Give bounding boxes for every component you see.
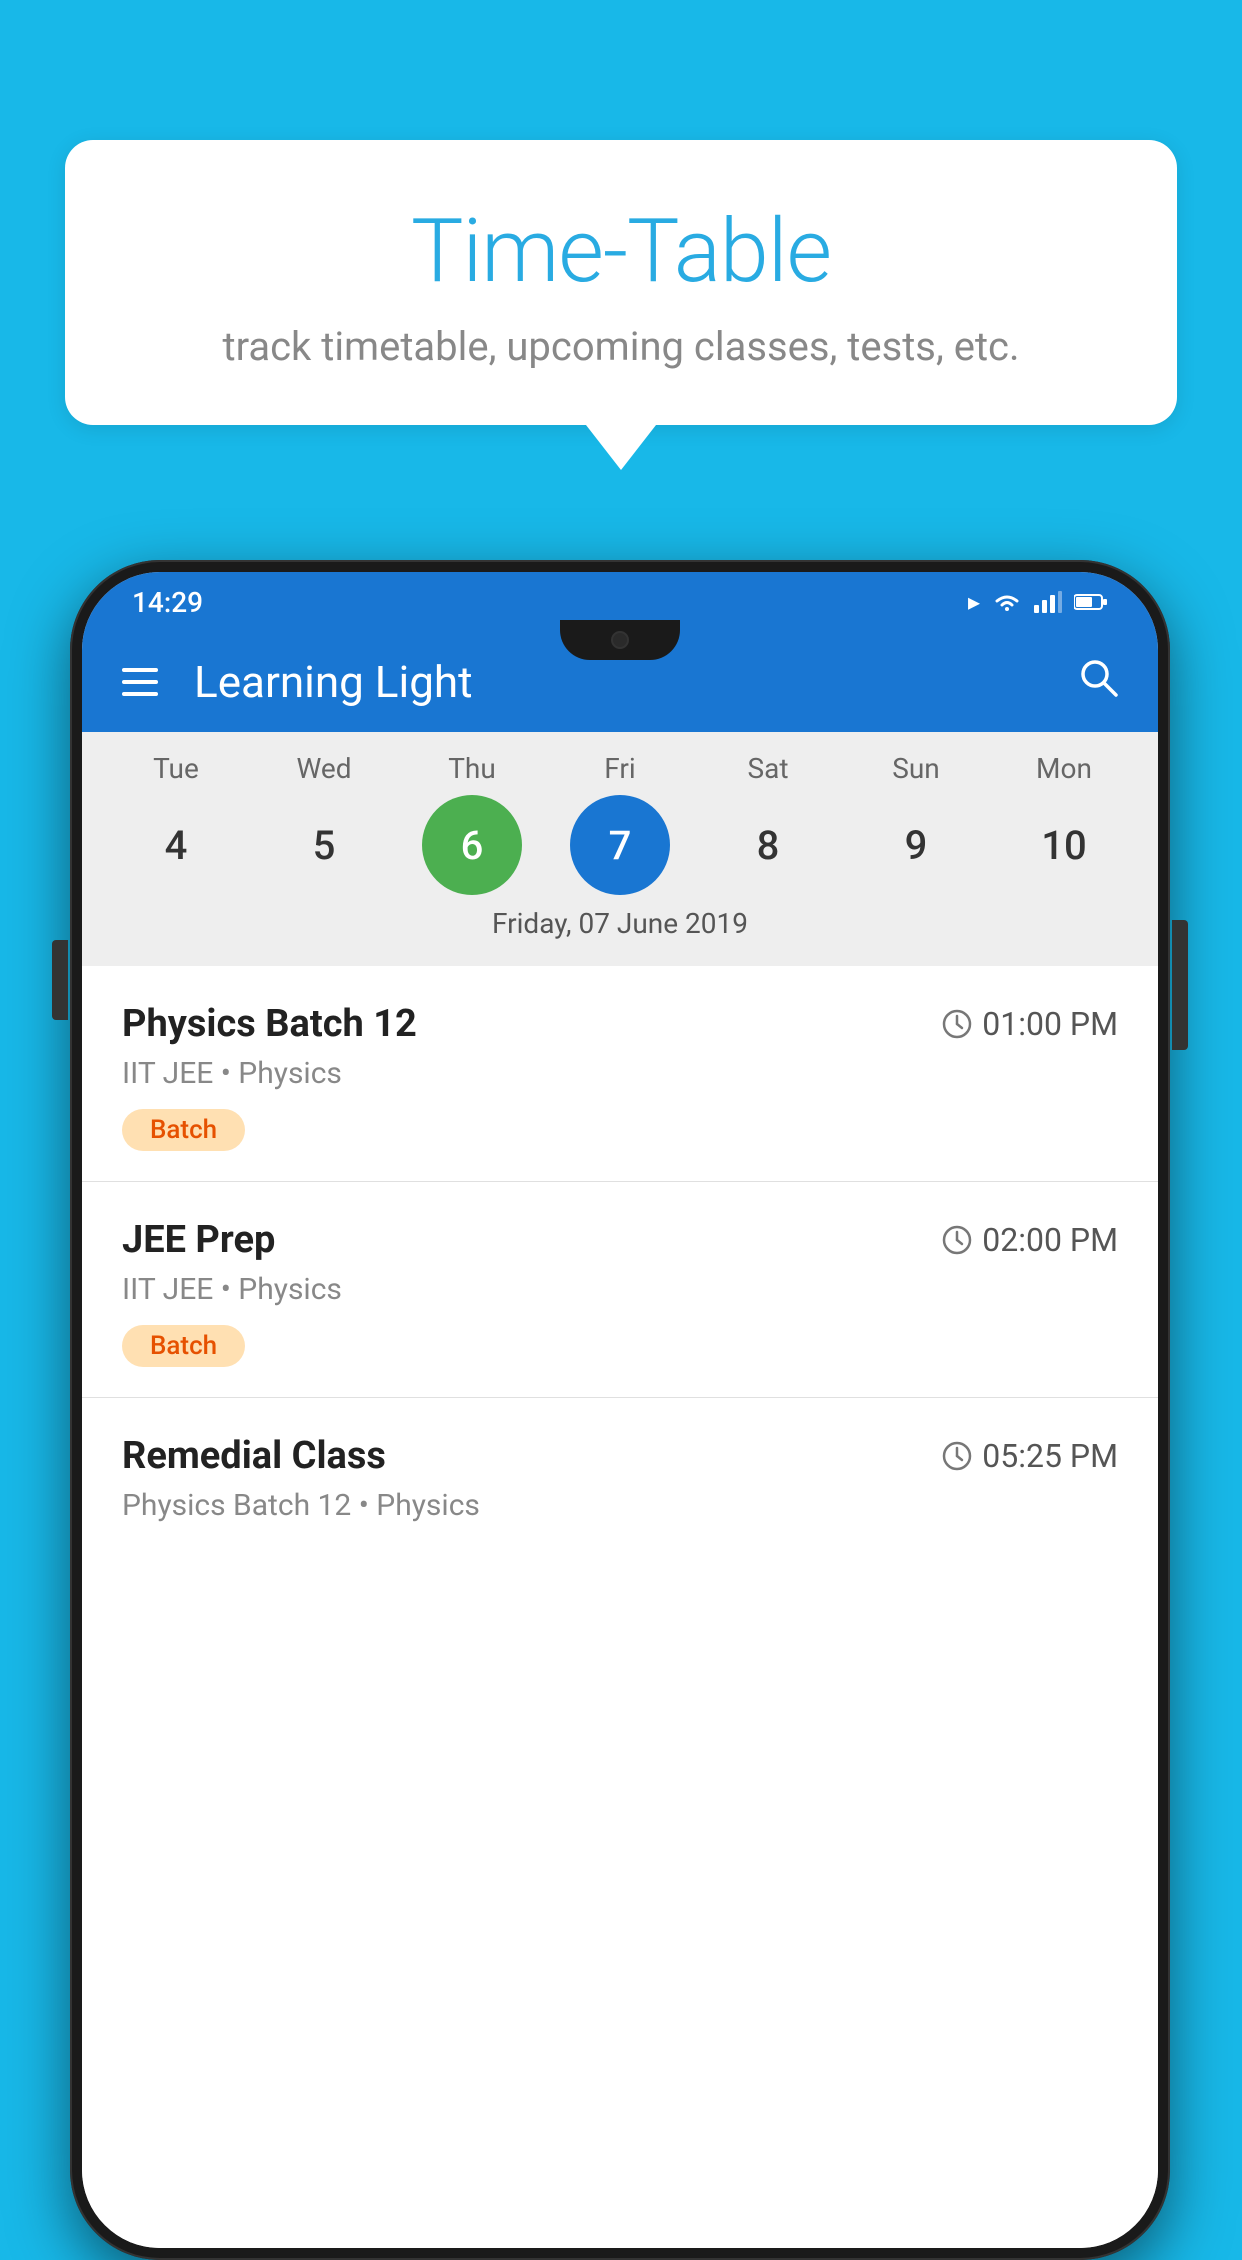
wifi-icon: ▸ xyxy=(968,588,980,616)
day-header-tue: Tue xyxy=(111,752,241,785)
calendar-strip: Tue Wed Thu Fri Sat Sun Mon 4 5 6 7 8 9 … xyxy=(82,732,1158,966)
schedule-item-jee-prep[interactable]: JEE Prep 02:00 PM IIT JEE • Physics Batc… xyxy=(82,1182,1158,1398)
schedule-item-subtitle-2: IIT JEE • Physics xyxy=(122,1272,1118,1307)
menu-icon[interactable] xyxy=(122,668,158,696)
schedule-item-physics-batch[interactable]: Physics Batch 12 01:00 PM IIT JEE • Phys… xyxy=(82,966,1158,1182)
schedule-item-time-3: 05:25 PM xyxy=(942,1437,1118,1475)
day-5[interactable]: 5 xyxy=(274,795,374,895)
day-header-mon: Mon xyxy=(999,752,1129,785)
battery-icon xyxy=(1074,593,1108,611)
day-10[interactable]: 10 xyxy=(1014,795,1114,895)
speech-bubble-title: Time-Table xyxy=(145,200,1097,303)
status-icons: ▸ xyxy=(968,588,1108,616)
camera-dot xyxy=(611,631,629,649)
app-title: Learning Light xyxy=(194,656,1078,708)
schedule-item-time-1: 01:00 PM xyxy=(942,1005,1118,1043)
day-8[interactable]: 8 xyxy=(718,795,818,895)
day-4[interactable]: 4 xyxy=(126,795,226,895)
schedule-list: Physics Batch 12 01:00 PM IIT JEE • Phys… xyxy=(82,966,1158,2248)
day-header-sun: Sun xyxy=(851,752,981,785)
schedule-item-subtitle-1: IIT JEE • Physics xyxy=(122,1056,1118,1091)
speech-bubble-card: Time-Table track timetable, upcoming cla… xyxy=(65,140,1177,425)
day-numbers: 4 5 6 7 8 9 10 xyxy=(82,795,1158,895)
day-7-selected[interactable]: 7 xyxy=(570,795,670,895)
speech-bubble-arrow xyxy=(586,425,656,470)
schedule-item-title-2: JEE Prep xyxy=(122,1218,275,1262)
status-time: 14:29 xyxy=(132,586,203,619)
speech-bubble-section: Time-Table track timetable, upcoming cla… xyxy=(65,140,1177,470)
schedule-item-header-2: JEE Prep 02:00 PM xyxy=(122,1218,1118,1262)
day-9[interactable]: 9 xyxy=(866,795,966,895)
schedule-item-title-3: Remedial Class xyxy=(122,1434,386,1478)
clock-icon xyxy=(942,1009,972,1039)
clock-icon-3 xyxy=(942,1441,972,1471)
day-6-today[interactable]: 6 xyxy=(422,795,522,895)
schedule-item-subtitle-3: Physics Batch 12 • Physics xyxy=(122,1488,1118,1523)
signal-icon xyxy=(1034,591,1062,613)
day-headers: Tue Wed Thu Fri Sat Sun Mon xyxy=(82,752,1158,785)
day-header-fri: Fri xyxy=(555,752,685,785)
wifi-icon xyxy=(992,591,1022,613)
schedule-item-header-1: Physics Batch 12 01:00 PM xyxy=(122,1002,1118,1046)
schedule-item-title-1: Physics Batch 12 xyxy=(122,1002,417,1046)
search-icon[interactable] xyxy=(1078,656,1118,708)
phone-notch xyxy=(560,620,680,660)
speech-bubble-subtitle: track timetable, upcoming classes, tests… xyxy=(145,323,1097,370)
selected-date-label: Friday, 07 June 2019 xyxy=(82,895,1158,956)
phone-frame: 14:29 ▸ xyxy=(70,560,1170,2260)
phone-screen: 14:29 ▸ xyxy=(82,572,1158,2248)
batch-badge-2: Batch xyxy=(122,1325,245,1367)
schedule-item-remedial[interactable]: Remedial Class 05:25 PM Physics Batch 12… xyxy=(82,1398,1158,1571)
clock-icon-2 xyxy=(942,1225,972,1255)
day-header-thu: Thu xyxy=(407,752,537,785)
day-header-sat: Sat xyxy=(703,752,833,785)
schedule-item-header-3: Remedial Class 05:25 PM xyxy=(122,1434,1118,1478)
schedule-item-time-2: 02:00 PM xyxy=(942,1221,1118,1259)
day-header-wed: Wed xyxy=(259,752,389,785)
batch-badge-1: Batch xyxy=(122,1109,245,1151)
